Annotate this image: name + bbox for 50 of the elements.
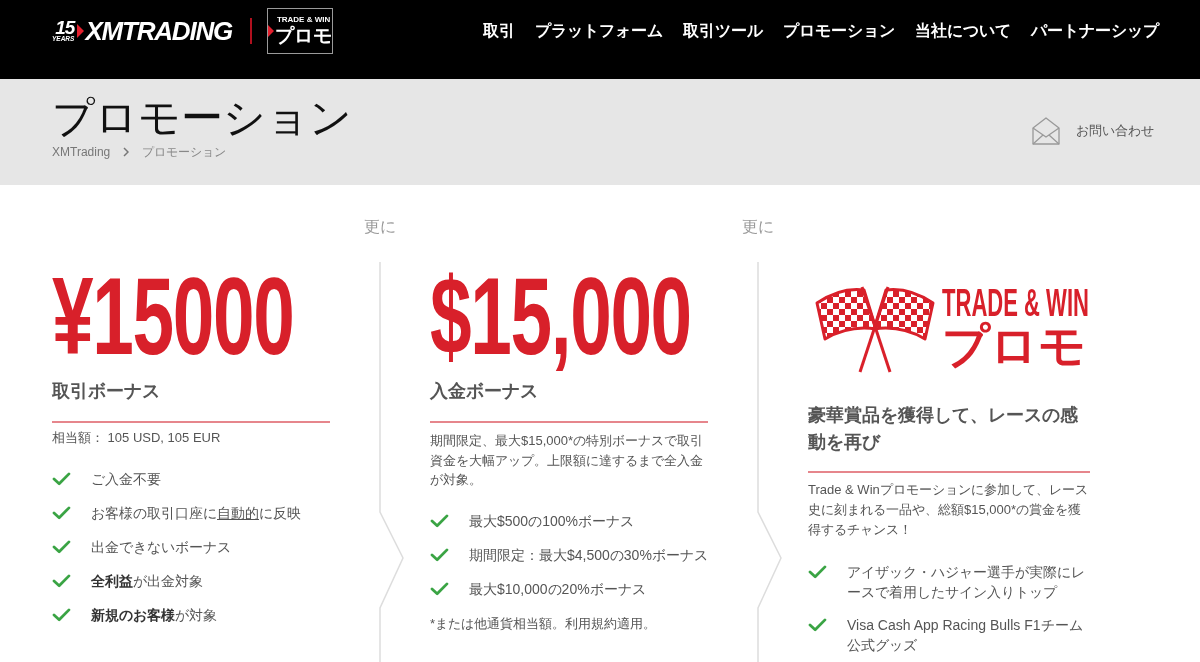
check-icon xyxy=(430,547,449,562)
promo-badge[interactable]: TRADE & WIN プロモ xyxy=(267,8,334,54)
feature-text: 出金できないボーナス xyxy=(91,538,231,557)
offer-description: Trade & Winプロモーションに参加して、レース史に刻まれる一品や、総額$15,000*の賞金を獲得するチャンス！ xyxy=(808,481,1089,539)
check-icon xyxy=(808,565,827,579)
offer-title: 取引ボーナス xyxy=(52,380,161,403)
connector-label: 更に xyxy=(364,218,396,236)
check-icon xyxy=(430,581,449,596)
nav-link[interactable]: プロモーション xyxy=(783,19,895,43)
feature-link[interactable]: 自動的 xyxy=(217,505,259,521)
offer-description: 期間限定、最大$15,000*の特別ボーナスで取引資金を大幅アップ。上限額に達するまで全入金が対象。 xyxy=(430,432,705,489)
promo-logo-tagline: TRADE & WIN xyxy=(942,286,1089,320)
connector-label: 更に xyxy=(742,218,774,236)
bonus-amount: $15,000 xyxy=(430,261,691,371)
chevron-right-icon xyxy=(123,147,130,157)
feature-text: 期間限定：最大$4,500の30%ボーナス xyxy=(469,545,708,565)
nav-link[interactable]: プラットフォーム xyxy=(535,19,663,43)
promo-logo-title: プロモ xyxy=(942,320,1086,372)
nav-link[interactable]: パートナーシップ xyxy=(1031,19,1159,43)
nav-link[interactable]: 取引 xyxy=(483,19,515,43)
equivalent-note: 相当額： 105 USD, 105 EUR xyxy=(52,429,222,447)
check-icon xyxy=(430,513,449,528)
crossed-flags-icon xyxy=(815,285,935,373)
footnote: *または他通貨相当額。利用規約適用。 xyxy=(430,614,658,633)
envelope-icon xyxy=(1032,117,1060,145)
bonus-amount: ¥15000 xyxy=(52,261,294,371)
feature-text: アイザック・ハジャー選手が実際にレースで着用したサイン入りトップ xyxy=(847,563,1086,602)
feature-text: お客様の取引口座に 自動的に反映 xyxy=(91,504,301,523)
triangle-icon xyxy=(77,22,85,40)
breadcrumb-current: プロモーション xyxy=(142,144,227,160)
check-icon xyxy=(52,608,71,622)
triangle-icon xyxy=(268,25,275,37)
check-icon xyxy=(52,574,71,588)
feature-text: ご入金不要 xyxy=(91,470,161,489)
feature-text: 最大$10,000の20%ボーナス xyxy=(469,579,646,599)
page-title: プロモーション xyxy=(52,93,352,143)
contact-link[interactable]: お問い合わせ xyxy=(1032,117,1154,145)
check-icon xyxy=(808,618,827,632)
feature-text: 最大$500の100%ボーナス xyxy=(469,511,634,531)
feature-text: Visa Cash App Racing Bulls F1チーム公式グッズ xyxy=(847,616,1084,655)
offer-title: 入金ボーナス xyxy=(430,380,539,403)
feature-text: 全利益が出金対象 xyxy=(91,572,203,591)
feature-text: 新規のお客様が対象 xyxy=(91,606,217,625)
check-icon xyxy=(52,472,71,486)
nav-link[interactable]: 取引ツール xyxy=(683,19,763,43)
check-icon xyxy=(52,540,71,554)
nav-link[interactable]: 当社について xyxy=(915,19,1011,43)
offer-title: 豪華賞品を獲得して、レースの感動を再び xyxy=(808,404,1079,454)
breadcrumb-link[interactable]: XMTrading xyxy=(52,144,111,160)
check-icon xyxy=(52,506,71,520)
